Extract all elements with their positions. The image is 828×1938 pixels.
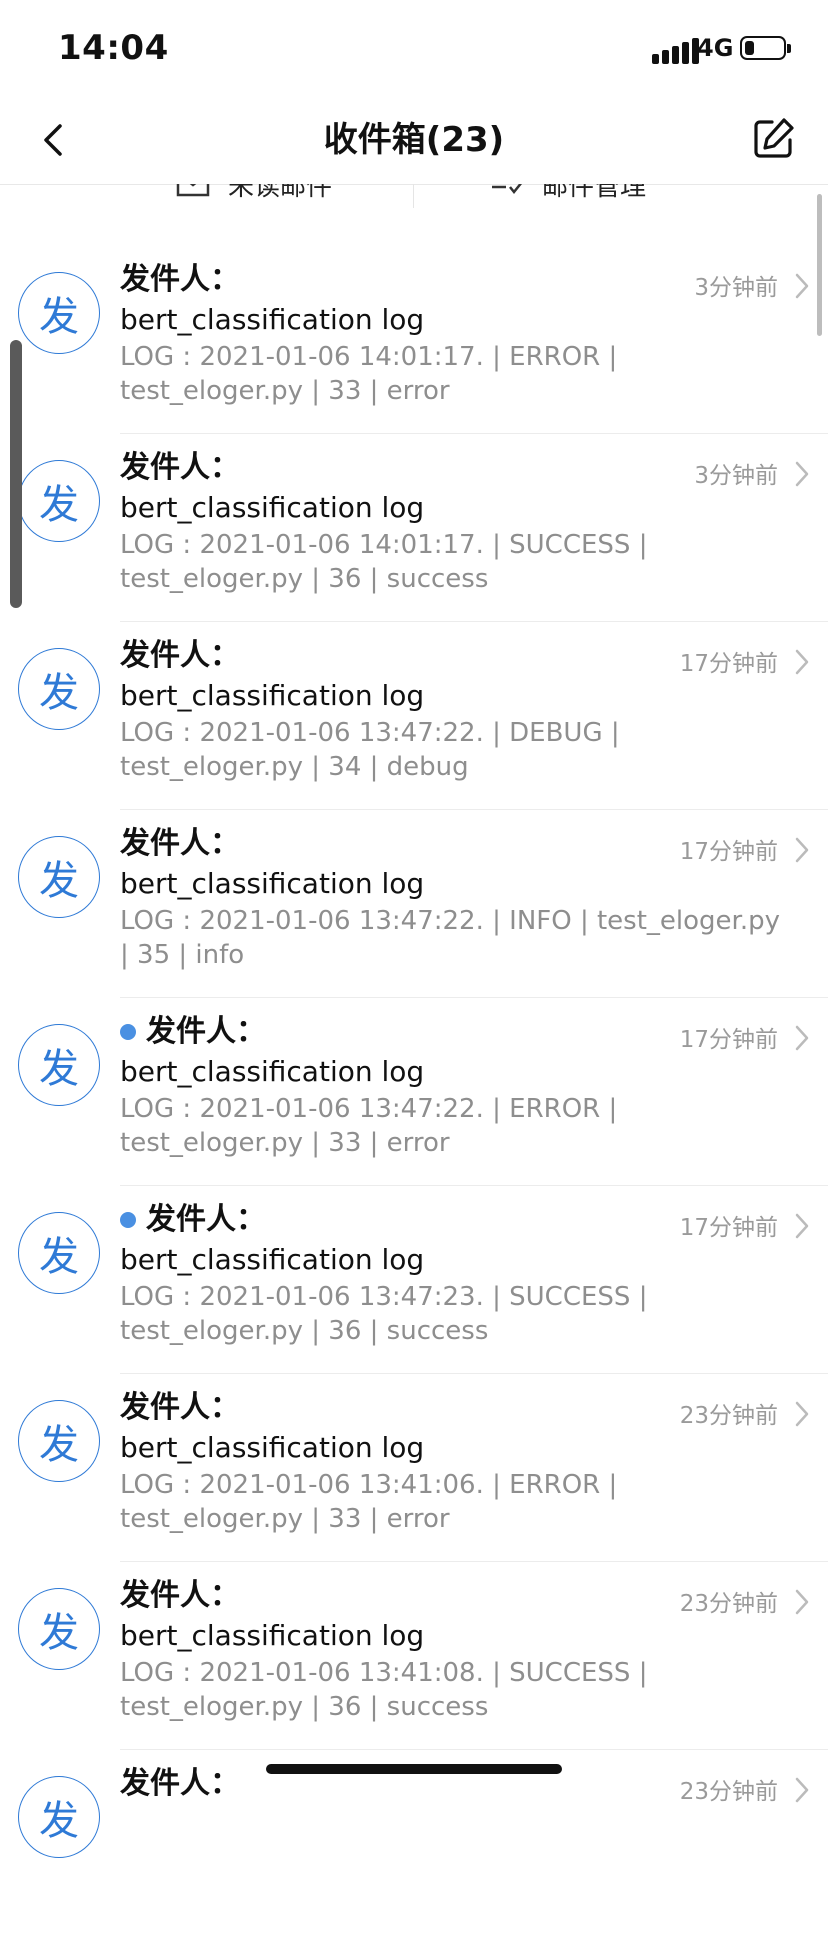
- chevron-right-icon: [795, 1401, 809, 1427]
- mail-icon: [176, 184, 210, 197]
- chevron-right-icon: [795, 1777, 809, 1803]
- mail-time: 3分钟前: [694, 275, 778, 301]
- page-title: 收件箱(23): [323, 120, 505, 160]
- mail-list: 发 发件人： bert_classification log LOG : 202…: [0, 246, 828, 1938]
- sender-avatar: 发: [18, 272, 100, 354]
- mail-item[interactable]: 发 发件人： bert_classification log LOG : 202…: [0, 246, 828, 434]
- mail-subject: bert_classification log: [120, 1619, 425, 1652]
- sender-avatar: 发: [18, 1212, 100, 1294]
- chevron-right-icon: [795, 1025, 809, 1051]
- mail-item[interactable]: 发 发件人： bert_classification log LOG : 202…: [0, 810, 828, 998]
- mail-preview: LOG : 2021-01-06 13:47:22. | DEBUG | tes…: [120, 718, 620, 782]
- sender-avatar: 发: [18, 648, 100, 730]
- mail-item[interactable]: 发 发件人： bert_classification log LOG : 202…: [0, 1186, 828, 1374]
- edit-icon: [754, 118, 794, 158]
- mail-item[interactable]: 发 发件人： bert_classification log LOG : 202…: [0, 1562, 828, 1750]
- sender-label: 发件人：: [120, 638, 240, 673]
- sender-avatar: 发: [18, 1400, 100, 1482]
- mail-subject: bert_classification log: [120, 303, 425, 336]
- sender-label: 发件人：: [120, 1578, 240, 1613]
- mail-time: 3分钟前: [694, 463, 778, 489]
- unread-filter-button[interactable]: 未读邮件: [176, 184, 332, 206]
- mail-time: 23分钟前: [679, 1403, 778, 1429]
- sender-label: 发件人：: [146, 1014, 266, 1049]
- sender-label: 发件人：: [146, 1202, 266, 1237]
- filter-divider: [413, 184, 414, 208]
- mail-subject: [120, 1806, 788, 1842]
- mail-preview: LOG : 2021-01-06 13:47:23. | SUCCESS | t…: [120, 1282, 648, 1346]
- mail-preview: LOG : 2021-01-06 13:41:06. | ERROR | tes…: [120, 1470, 618, 1534]
- sender-label: 发件人：: [120, 262, 240, 297]
- sender-label: 发件人：: [120, 450, 240, 485]
- mail-preview: LOG : 2021-01-06 13:47:22. | ERROR | tes…: [120, 1094, 618, 1158]
- mail-time: 23分钟前: [679, 1591, 778, 1617]
- mail-subject: bert_classification log: [120, 1055, 425, 1088]
- sender-avatar: 发: [18, 836, 100, 918]
- battery-icon: [740, 36, 791, 60]
- sender-avatar: 发: [18, 460, 100, 542]
- side-scrollbar[interactable]: [10, 340, 22, 608]
- mail-item[interactable]: 发 发件人： 23分钟前: [0, 1750, 828, 1938]
- mail-time: 17分钟前: [679, 1027, 778, 1053]
- mail-preview: LOG : 2021-01-06 14:01:17. | SUCCESS | t…: [120, 530, 648, 594]
- sender-avatar: 发: [18, 1776, 100, 1858]
- manage-mail-button[interactable]: 邮件管理: [490, 184, 646, 206]
- mail-time: 17分钟前: [679, 839, 778, 865]
- list-check-icon: [492, 184, 523, 195]
- filter-bar: 未读邮件 邮件管理: [0, 184, 828, 208]
- mail-item[interactable]: 发 发件人： bert_classification log LOG : 202…: [0, 998, 828, 1186]
- chevron-right-icon: [795, 1213, 809, 1239]
- mail-time: 17分钟前: [679, 651, 778, 677]
- network-type: 4G: [697, 34, 734, 62]
- chevron-right-icon: [795, 461, 809, 487]
- compose-button[interactable]: [748, 114, 798, 164]
- mail-preview: LOG : 2021-01-06 13:41:08. | SUCCESS | t…: [120, 1658, 648, 1722]
- unread-dot: [120, 1212, 136, 1228]
- home-indicator[interactable]: [266, 1764, 562, 1774]
- mail-time: 17分钟前: [679, 1215, 778, 1241]
- chevron-right-icon: [795, 649, 809, 675]
- sender-avatar: 发: [18, 1024, 100, 1106]
- nav-bar: 收件箱(23): [0, 96, 828, 185]
- sender-avatar: 发: [18, 1588, 100, 1670]
- status-bar: 14:04 4G: [0, 0, 828, 96]
- chevron-right-icon: [795, 1589, 809, 1615]
- mail-time: 23分钟前: [679, 1779, 778, 1805]
- sender-label: 发件人：: [120, 826, 240, 861]
- sender-label: 发件人：: [120, 1390, 240, 1425]
- chevron-right-icon: [795, 273, 809, 299]
- mail-subject: bert_classification log: [120, 491, 425, 524]
- mail-preview: LOG : 2021-01-06 13:47:22. | INFO | test…: [120, 906, 780, 970]
- chevron-right-icon: [795, 837, 809, 863]
- sender-label: 发件人：: [120, 1766, 240, 1801]
- mail-item[interactable]: 发 发件人： bert_classification log LOG : 202…: [0, 1374, 828, 1562]
- unread-dot: [120, 1024, 136, 1040]
- mail-preview: LOG : 2021-01-06 14:01:17. | ERROR | tes…: [120, 342, 618, 406]
- status-time: 14:04: [58, 28, 169, 68]
- mail-subject: bert_classification log: [120, 1243, 425, 1276]
- mail-subject: bert_classification log: [120, 1431, 425, 1464]
- list-scrollbar[interactable]: [817, 194, 822, 336]
- mail-subject: bert_classification log: [120, 867, 425, 900]
- unread-filter-label: 未读邮件: [228, 184, 333, 202]
- mail-item[interactable]: 发 发件人： bert_classification log LOG : 202…: [0, 434, 828, 622]
- mail-item[interactable]: 发 发件人： bert_classification log LOG : 202…: [0, 622, 828, 810]
- mail-subject: bert_classification log: [120, 679, 425, 712]
- manage-mail-label: 邮件管理: [542, 184, 647, 202]
